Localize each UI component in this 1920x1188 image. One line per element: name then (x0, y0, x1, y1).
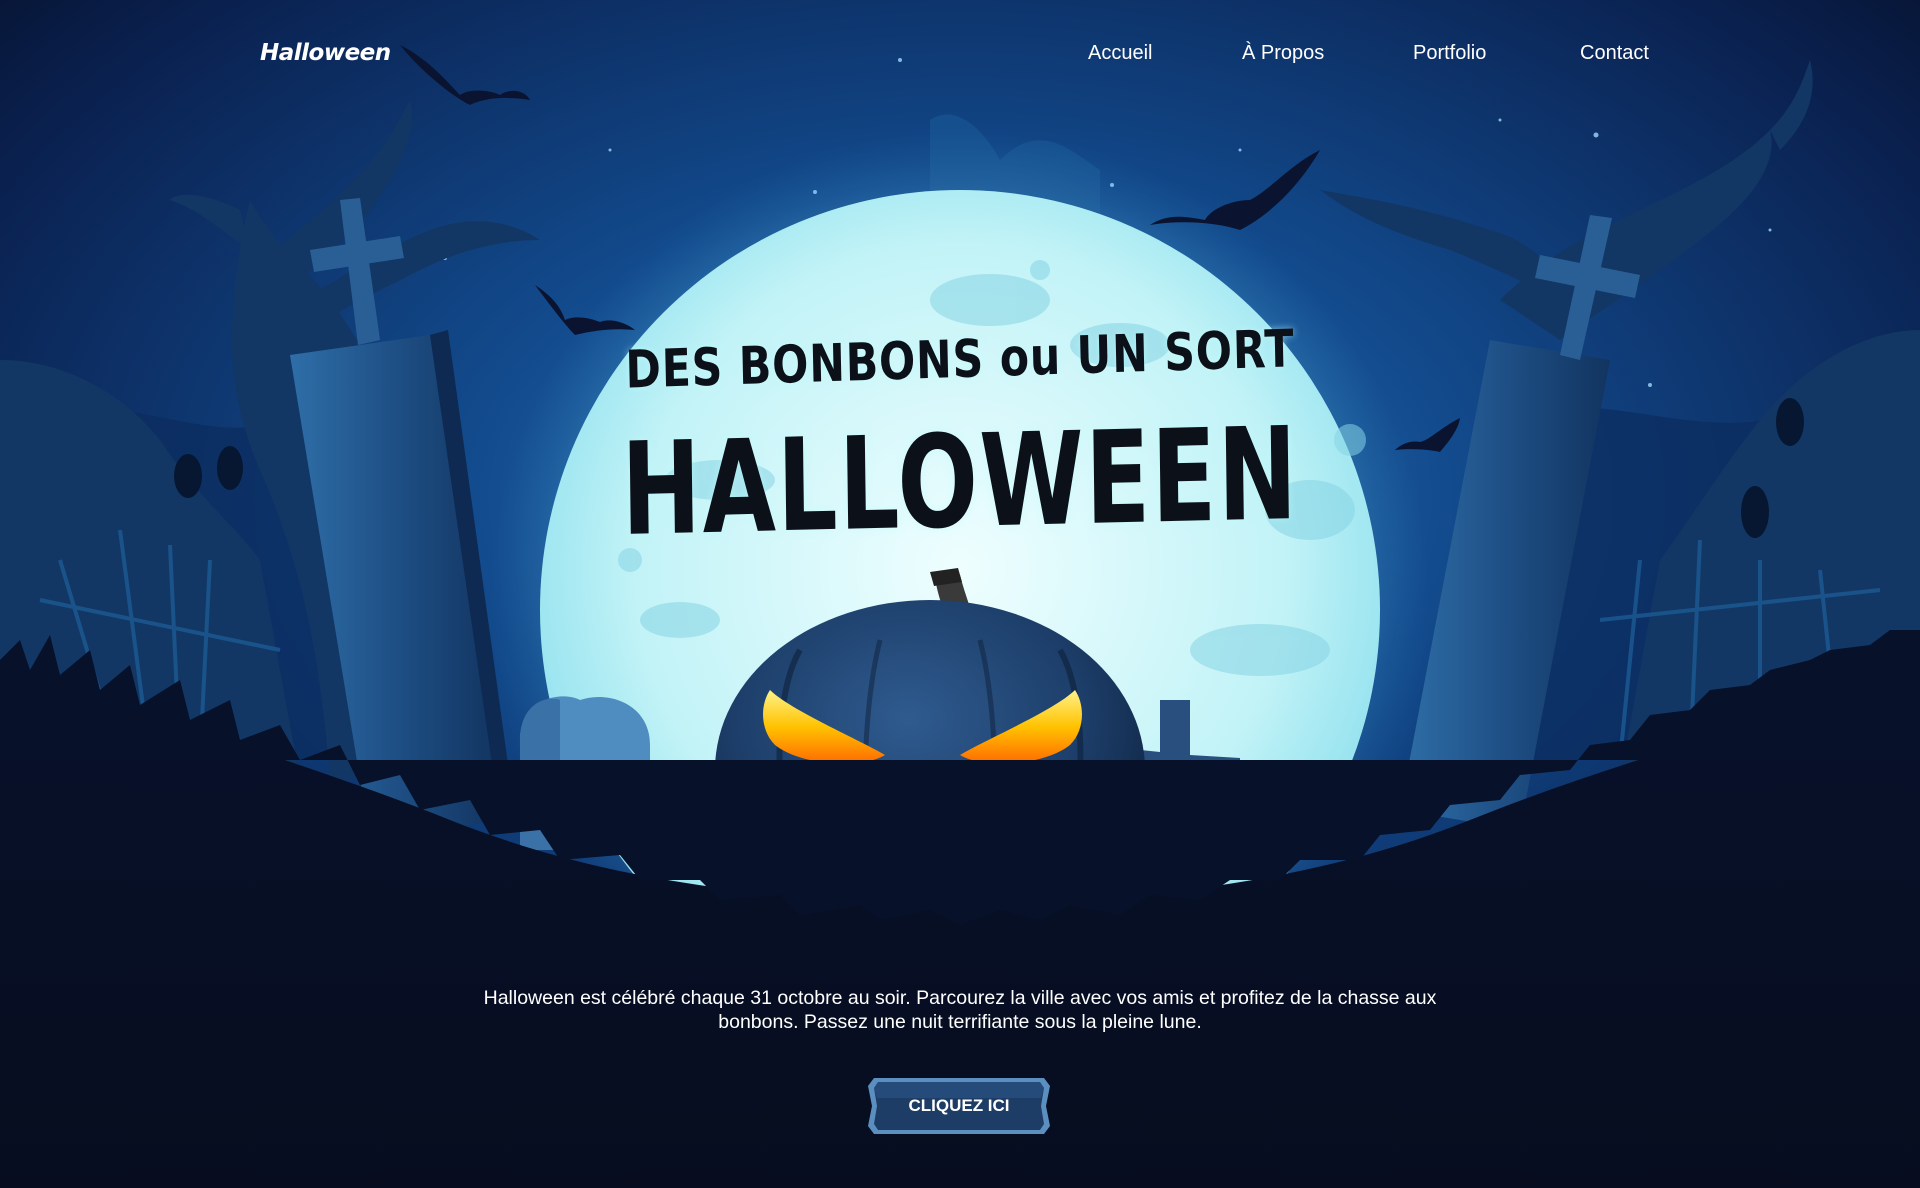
hero-description: Halloween est célébré chaque 31 octobre … (483, 987, 1437, 1033)
main-nav: Accueil À Propos Portfolio Contact (0, 42, 1920, 72)
nav-link-a-propos[interactable]: À Propos (1242, 42, 1324, 65)
nav-link-accueil[interactable]: Accueil (1088, 42, 1152, 65)
cta-button-label: CLIQUEZ ICI (908, 1096, 1010, 1115)
nav-link-portfolio[interactable]: Portfolio (1413, 42, 1486, 65)
nav-link-contact[interactable]: Contact (1580, 42, 1649, 65)
cta-button[interactable]: CLIQUEZ ICI (866, 1072, 1052, 1140)
